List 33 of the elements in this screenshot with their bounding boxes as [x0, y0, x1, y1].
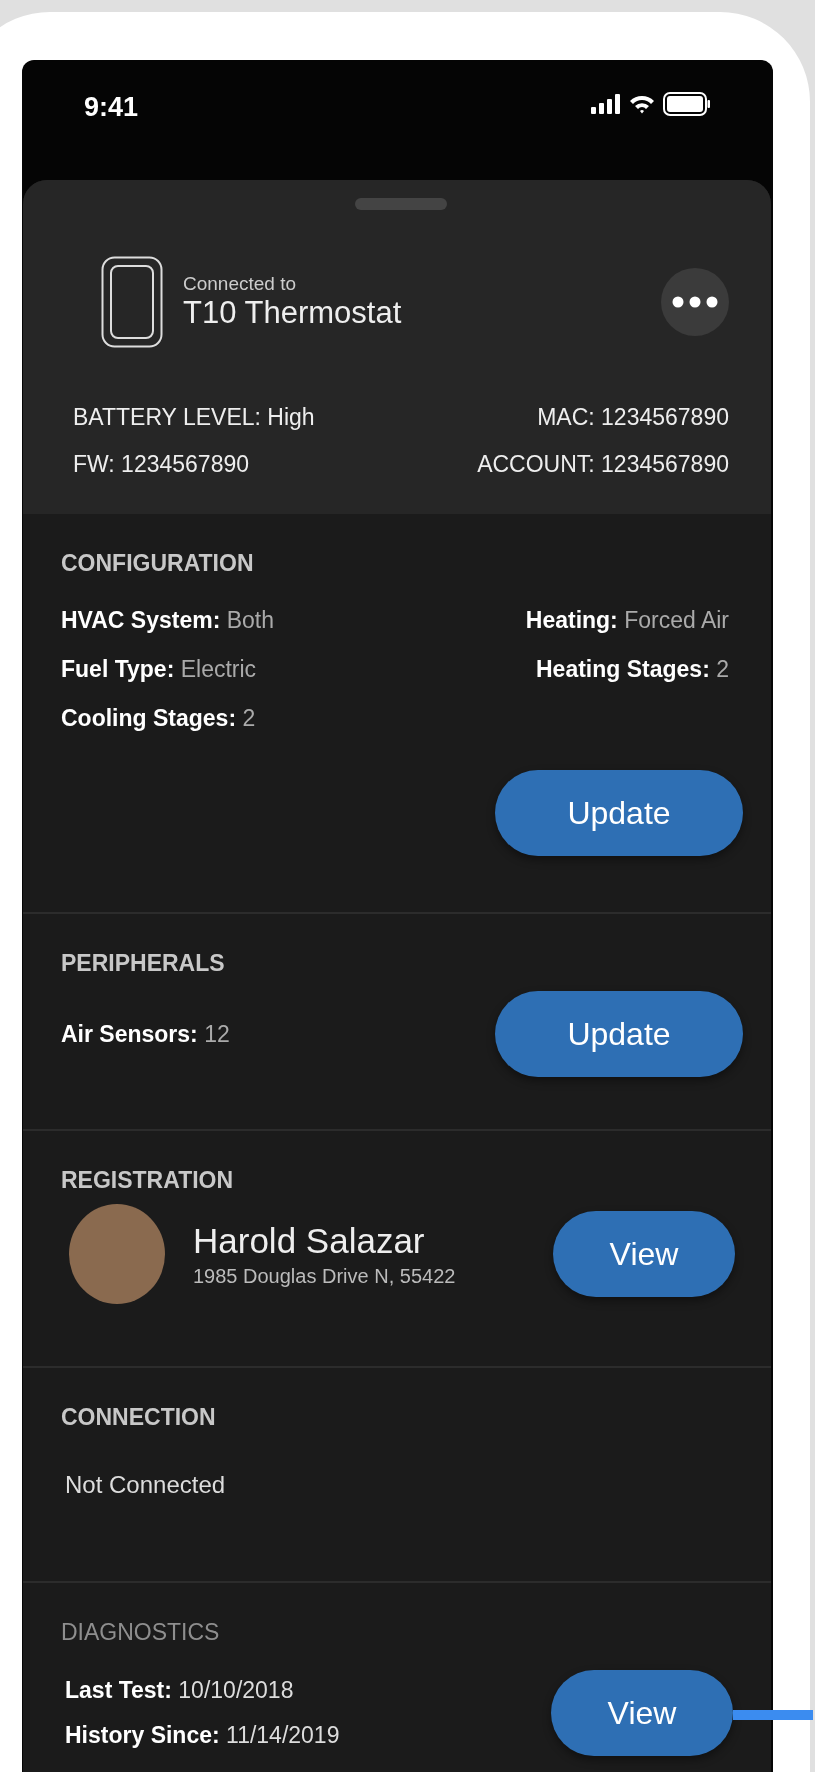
diagnostic-text: History Since: 11/14/2019 [65, 1722, 340, 1749]
update-button[interactable]: Update [495, 770, 743, 856]
connection-status: Not Connected [65, 1471, 227, 1499]
view-button[interactable]: View [553, 1211, 735, 1297]
setting-text: Heating Stages: 2 [535, 656, 729, 683]
setting-text: Air Sensors: 12 [61, 1020, 230, 1048]
owner-address: 1985 Douglas Drive N, 55422 [193, 1264, 457, 1288]
more-icon [672, 296, 718, 308]
owner-name: Harold Salazar [193, 1220, 426, 1261]
setting-text: Heating: Forced Air [524, 607, 729, 634]
device-name: T10 Thermostat [183, 295, 403, 331]
drag-handle[interactable] [355, 198, 447, 210]
signal-icon [591, 94, 621, 114]
status-time: 9:41 [84, 92, 139, 123]
view-button[interactable]: View [551, 1670, 733, 1756]
connected-caption: Connected to [183, 273, 298, 295]
diagnostic-text: Last Test: 10/10/2018 [65, 1677, 295, 1704]
update-button[interactable]: Update [495, 991, 743, 1077]
section-title: PERIPHERALS [61, 950, 226, 977]
device-info-text: MAC: 1234567890 [536, 404, 729, 431]
wifi-icon [629, 94, 655, 114]
setting-text: HVAC System: Both [61, 607, 276, 634]
device-info-text: BATTERY LEVEL: High [73, 404, 316, 431]
section-title: DIAGNOSTICS [61, 1619, 221, 1646]
thermostat-icon [101, 256, 163, 348]
device-info-text: FW: 1234567890 [73, 451, 251, 478]
section-title: CONNECTION [61, 1404, 217, 1431]
device-info-text: ACCOUNT: 1234567890 [476, 451, 729, 478]
setting-text: Cooling Stages: 2 [61, 705, 257, 732]
setting-text: Fuel Type: Electric [61, 656, 258, 683]
section-title: CONFIGURATION [61, 550, 255, 577]
section-title: REGISTRATION [61, 1167, 235, 1194]
battery-icon [663, 92, 711, 116]
